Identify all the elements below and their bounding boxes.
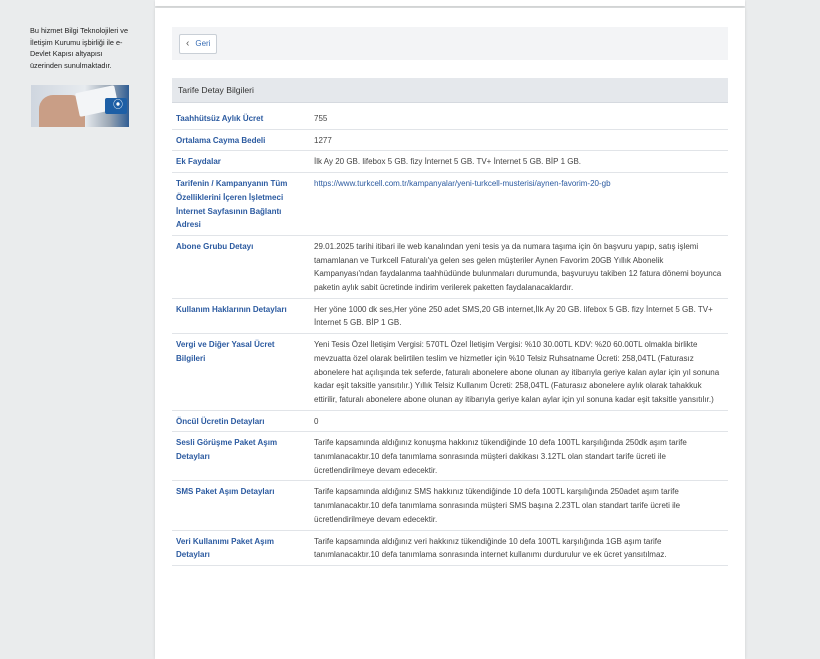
row-label: Kullanım Haklarının Detayları — [172, 298, 310, 335]
table-row: Sesli Görüşme Paket Aşım Detayları Tarif… — [172, 431, 728, 482]
section-header: Tarife Detay Bilgileri — [172, 78, 728, 103]
table-row: Ek Faydalar İlk Ay 20 GB. lifebox 5 GB. … — [172, 150, 728, 174]
chevron-left-icon: ‹ — [186, 38, 190, 49]
section-title: Tarife Detay Bilgileri — [178, 85, 254, 95]
tariff-page-link[interactable]: https://www.turkcell.com.tr/kampanyalar/… — [314, 179, 611, 188]
row-label: Öncül Ücretin Detayları — [172, 410, 310, 433]
table-row: Ortalama Cayma Bedeli 1277 — [172, 129, 728, 152]
row-label: Taahhütsüz Aylık Ücret — [172, 108, 310, 130]
row-label: Abone Grubu Detayı — [172, 235, 310, 299]
row-label: SMS Paket Aşım Detayları — [172, 480, 310, 531]
back-button[interactable]: ‹ Geri — [179, 34, 218, 54]
table-row: Kullanım Haklarının Detayları Her yöne 1… — [172, 298, 728, 335]
row-label: Tarifenin / Kampanyanın Tüm Özelliklerin… — [172, 172, 310, 236]
row-value: Tarife kapsamında aldığınız veri hakkını… — [310, 530, 728, 566]
wireless-icon: ⦿ — [113, 100, 123, 111]
row-label: Sesli Görüşme Paket Aşım Detayları — [172, 431, 310, 482]
tariff-details-table: Taahhütsüz Aylık Ücret 755 Ortalama Caym… — [172, 108, 728, 566]
row-value: 755 — [310, 108, 728, 130]
row-label: Vergi ve Diğer Yasal Ücret Bilgileri — [172, 333, 310, 411]
row-label: Ortalama Cayma Bedeli — [172, 129, 310, 152]
content-panel: ‹ Geri Tarife Detay Bilgileri Taahhütsüz… — [155, 8, 745, 659]
row-value: 1277 — [310, 129, 728, 152]
top-strip — [155, 0, 745, 6]
service-info-text: Bu hizmet Bilgi Teknolojileri ve İletişi… — [30, 26, 129, 70]
table-row: Abone Grubu Detayı 29.01.2025 tarihi iti… — [172, 235, 728, 299]
row-value: İlk Ay 20 GB. lifebox 5 GB. fizy İnterne… — [310, 150, 728, 174]
row-value: 0 — [310, 410, 728, 433]
row-value: 29.01.2025 tarihi itibari ile web kanalı… — [310, 235, 728, 299]
row-label: Ek Faydalar — [172, 150, 310, 174]
row-label: Veri Kullanımı Paket Aşım Detayları — [172, 530, 310, 566]
table-row: Tarifenin / Kampanyanın Tüm Özelliklerin… — [172, 172, 728, 236]
table-row: SMS Paket Aşım Detayları Tarife kapsamın… — [172, 480, 728, 531]
table-row: Öncül Ücretin Detayları 0 — [172, 410, 728, 433]
table-row: Taahhütsüz Aylık Ücret 755 — [172, 108, 728, 130]
back-button-label: Geri — [195, 39, 211, 48]
promo-banner-image[interactable]: ⦿ — [31, 85, 129, 127]
table-row: Veri Kullanımı Paket Aşım Detayları Tari… — [172, 530, 728, 566]
back-bar: ‹ Geri — [172, 27, 728, 60]
row-value: Tarife kapsamında aldığınız konuşma hakk… — [310, 431, 728, 482]
table-row: Vergi ve Diğer Yasal Ücret Bilgileri Yen… — [172, 333, 728, 411]
row-value: Her yöne 1000 dk ses,Her yöne 250 adet S… — [310, 298, 728, 335]
row-value: Yeni Tesis Özel İletişim Vergisi: 570TL … — [310, 333, 728, 411]
row-value: https://www.turkcell.com.tr/kampanyalar/… — [310, 172, 728, 236]
sidebar: Bu hizmet Bilgi Teknolojileri ve İletişi… — [22, 25, 140, 127]
row-value: Tarife kapsamında aldığınız SMS hakkınız… — [310, 480, 728, 531]
